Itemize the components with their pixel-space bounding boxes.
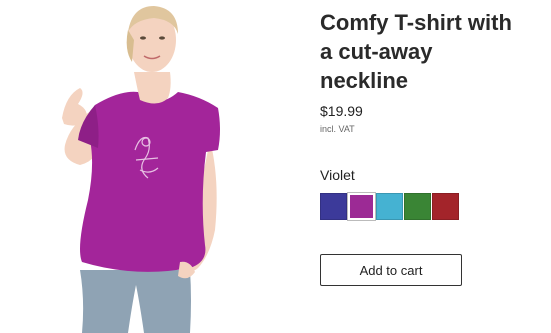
color-swatches (320, 192, 459, 221)
swatch-red[interactable] (432, 193, 459, 220)
swatch-blue[interactable] (320, 193, 347, 220)
product-price: $19.99 (320, 103, 363, 119)
tax-note: incl. VAT (320, 124, 355, 134)
selected-color-label: Violet (320, 167, 355, 183)
swatch-light-blue[interactable] (376, 193, 403, 220)
add-to-cart-button[interactable]: Add to cart (320, 254, 462, 286)
swatch-green[interactable] (404, 193, 431, 220)
product-image (62, 6, 220, 333)
product-title: Comfy T-shirt with a cut-away neckline (320, 10, 512, 93)
swatch-violet[interactable] (347, 192, 376, 221)
